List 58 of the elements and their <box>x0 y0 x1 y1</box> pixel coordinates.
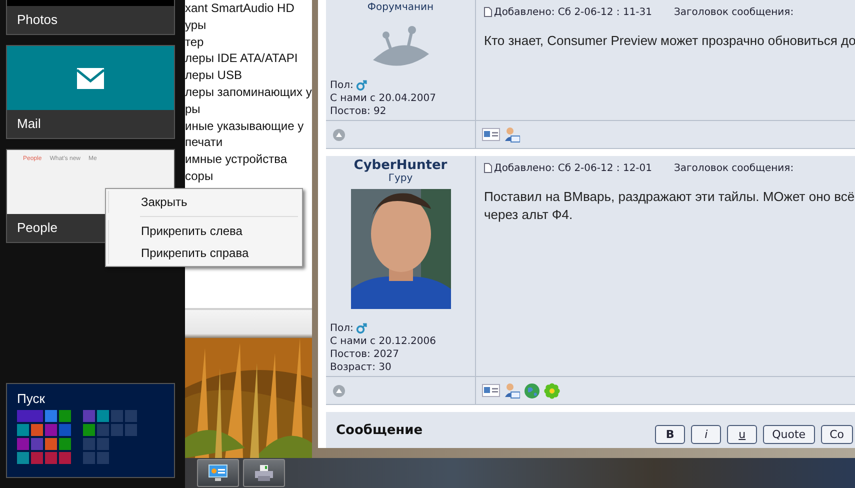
device-category[interactable]: ры <box>185 100 312 118</box>
device-category[interactable]: соры <box>185 168 312 185</box>
user-mail-icon[interactable] <box>504 382 520 398</box>
user-info: С нами с 20.04.2007 <box>330 92 436 105</box>
profile-card-icon[interactable] <box>482 128 500 141</box>
device-category[interactable]: леры USB <box>185 67 312 84</box>
post-text: Кто знает, Consumer Preview может прозрачно обновиться до <box>484 32 855 50</box>
device-category[interactable]: уры <box>185 16 312 34</box>
user-info: Постов: 92 <box>330 105 386 118</box>
taskbar-button[interactable] <box>243 459 285 487</box>
device-category[interactable]: печати <box>185 134 312 152</box>
post-text: через альт Ф4. <box>484 206 574 224</box>
user-rank: Гуру <box>388 173 413 184</box>
male-symbol-icon <box>356 80 368 91</box>
post-text: Поставил на ВМварь, раздражают эти тайлы. МОжет оно всё <box>484 188 855 206</box>
user-mail-icon[interactable] <box>504 126 520 142</box>
device-category[interactable]: xant SmartAudio HD <box>185 0 312 17</box>
start-tile[interactable]: Пуск <box>6 383 175 478</box>
device-category[interactable]: леры IDE ATA/ATAPI <box>185 50 312 68</box>
gender-label: Пол: <box>330 79 354 92</box>
scroll-up-icon[interactable] <box>333 128 345 140</box>
menu-item[interactable]: Прикрепить справа <box>108 242 300 264</box>
user-info: С нами с 20.12.2006 <box>330 335 436 348</box>
user-rank: Форумчанин <box>367 2 434 13</box>
device-category[interactable]: тер <box>185 34 312 50</box>
device-category[interactable]: имные устройства <box>185 151 312 168</box>
message-label: Сообщение <box>336 423 423 438</box>
printer-icon <box>254 464 274 482</box>
device-category[interactable]: иные указывающие у <box>185 118 312 134</box>
app-tile[interactable]: Mail <box>6 45 175 139</box>
subject-label: Заголовок сообщения: <box>674 6 794 18</box>
post-date: Добавлено: Сб 2-06-12 : 12-01 <box>494 162 652 174</box>
format-button[interactable]: B <box>655 425 686 444</box>
taskbar-button[interactable] <box>197 459 239 487</box>
device-category[interactable]: леры запоминающих у <box>185 84 312 101</box>
user-info: Постов: 2027 <box>330 348 399 361</box>
subject-label: Заголовок сообщения: <box>674 162 794 174</box>
app-tile[interactable]: Photos <box>6 0 175 35</box>
post-author[interactable]: CyberHunter <box>354 158 448 173</box>
tile-label: Пуск <box>17 391 46 406</box>
contact-card-icon <box>208 464 228 482</box>
globe-icon[interactable] <box>524 382 540 398</box>
menu-item[interactable]: Закрыть <box>108 191 300 213</box>
format-button[interactable]: i <box>691 425 722 444</box>
male-symbol-icon <box>356 323 368 334</box>
user-info: Возраст: 30 <box>330 361 392 374</box>
post-icon <box>484 7 492 17</box>
format-button[interactable]: u <box>727 425 758 444</box>
menu-item[interactable]: Прикрепить слева <box>108 220 300 242</box>
format-button[interactable]: Co <box>820 425 853 444</box>
profile-card-icon[interactable] <box>482 384 500 397</box>
post-date: Добавлено: Сб 2-06-12 : 11-31 <box>494 6 652 18</box>
scroll-up-icon[interactable] <box>333 384 345 396</box>
default-avatar-icon <box>372 26 430 68</box>
mail-icon <box>77 68 104 88</box>
post-icon <box>484 163 492 173</box>
format-button[interactable]: Quote <box>763 425 815 444</box>
gender-label: Пол: <box>330 322 354 335</box>
